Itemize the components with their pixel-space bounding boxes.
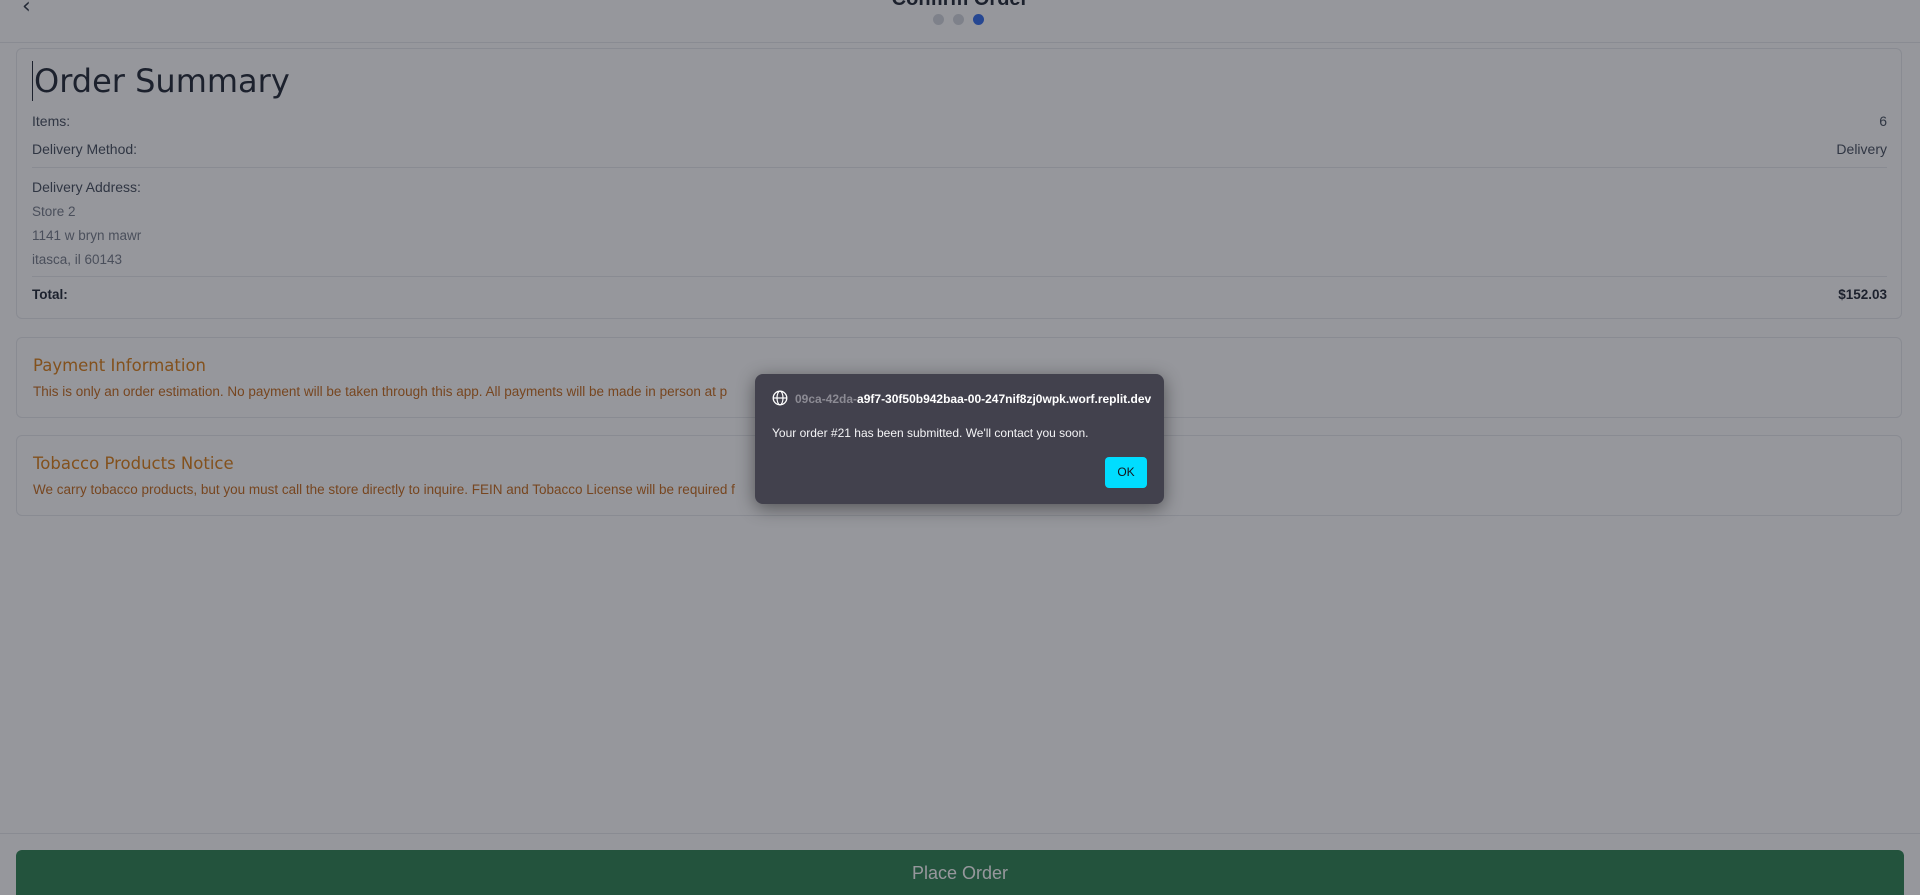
dialog-ok-button[interactable]: OK (1105, 457, 1147, 488)
dialog-origin-faded: 09ca-42da- (795, 392, 858, 406)
confirm-order-page: ‹ Confirm Order Order Summary Items: 6 D… (0, 0, 1920, 895)
alert-dialog: 09ca-42da-a9f7-30f50b942baa-00-247nif8zj… (755, 374, 1164, 504)
dialog-message: Your order #21 has been submitted. We'll… (772, 426, 1089, 440)
dialog-origin: 09ca-42da-a9f7-30f50b942baa-00-247nif8zj… (795, 392, 1151, 406)
dialog-origin-main: a9f7-30f50b942baa-00-247nif8zj0wpk.worf.… (857, 392, 1152, 406)
globe-icon (772, 390, 788, 406)
